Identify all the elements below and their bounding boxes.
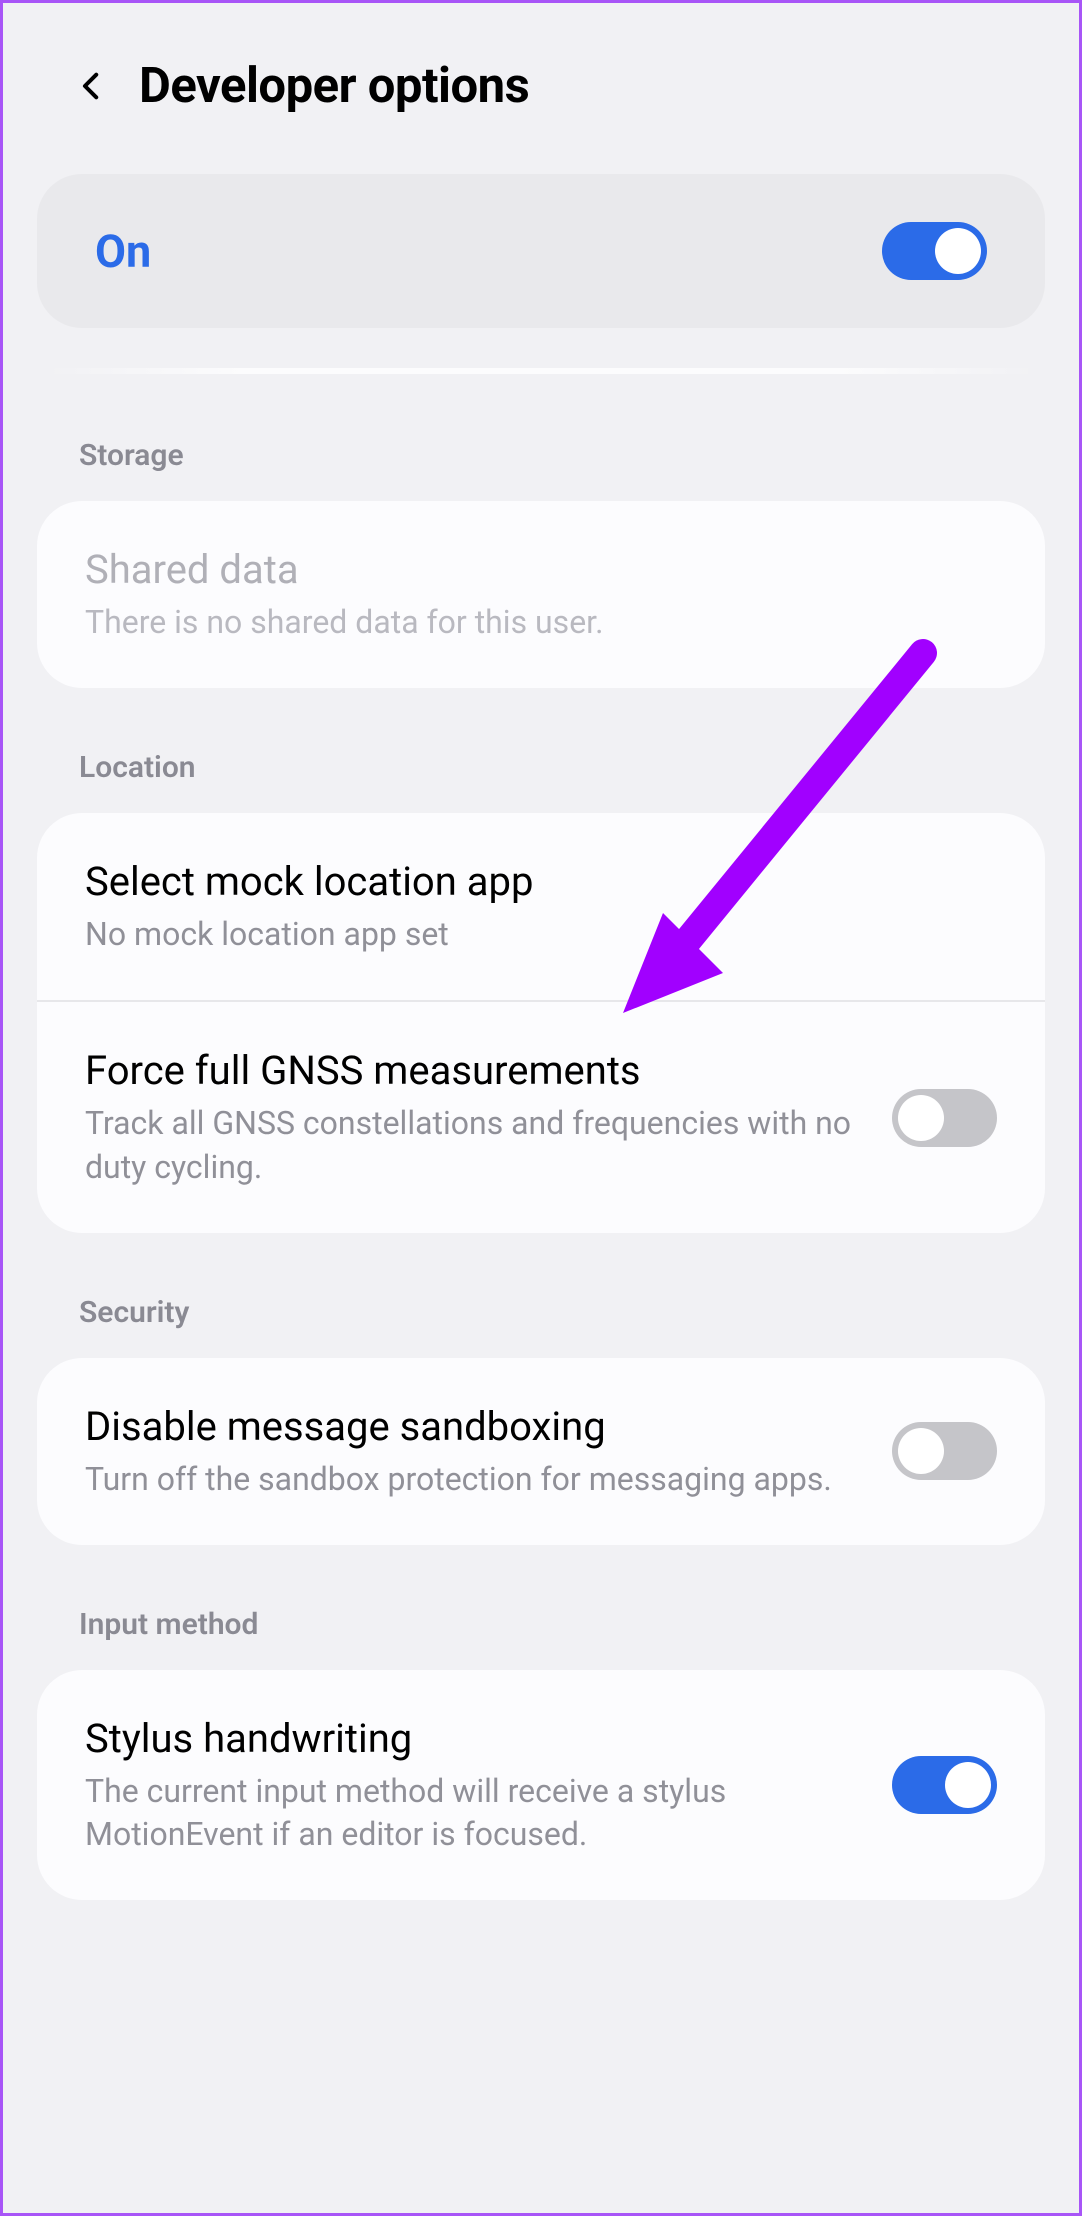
row-subtitle: No mock location app set <box>85 913 997 956</box>
row-disable-sandboxing[interactable]: Disable message sandboxing Turn off the … <box>37 1358 1045 1545</box>
card-input-method: Stylus handwriting The current input met… <box>37 1670 1045 1900</box>
row-shared-data[interactable]: Shared data There is no shared data for … <box>37 501 1045 688</box>
back-icon[interactable] <box>75 69 109 103</box>
row-subtitle: Turn off the sandbox protection for mess… <box>85 1458 864 1501</box>
row-title: Select mock location app <box>85 857 997 907</box>
page-title: Developer options <box>139 57 529 114</box>
row-subtitle: The current input method will receive a … <box>85 1770 864 1856</box>
section-header-storage: Storage <box>7 414 1075 501</box>
row-title: Disable message sandboxing <box>85 1402 864 1452</box>
row-force-gnss[interactable]: Force full GNSS measurements Track all G… <box>37 1000 1045 1232</box>
master-toggle[interactable] <box>882 222 987 280</box>
section-header-input-method: Input method <box>7 1583 1075 1670</box>
toggle-force-gnss[interactable] <box>892 1089 997 1147</box>
section-header-location: Location <box>7 726 1075 813</box>
row-stylus-handwriting[interactable]: Stylus handwriting The current input met… <box>37 1670 1045 1900</box>
row-subtitle: There is no shared data for this user. <box>85 601 997 644</box>
header: Developer options <box>7 7 1075 174</box>
master-toggle-label: On <box>95 225 151 278</box>
card-security: Disable message sandboxing Turn off the … <box>37 1358 1045 1545</box>
divider <box>47 368 1035 374</box>
section-header-security: Security <box>7 1271 1075 1358</box>
card-storage: Shared data There is no shared data for … <box>37 501 1045 688</box>
toggle-stylus-handwriting[interactable] <box>892 1756 997 1814</box>
master-toggle-card[interactable]: On <box>37 174 1045 328</box>
row-subtitle: Track all GNSS constellations and freque… <box>85 1102 864 1188</box>
row-title: Force full GNSS measurements <box>85 1046 864 1096</box>
row-title: Shared data <box>85 545 997 595</box>
toggle-disable-sandboxing[interactable] <box>892 1422 997 1480</box>
card-location: Select mock location app No mock locatio… <box>37 813 1045 1233</box>
row-title: Stylus handwriting <box>85 1714 864 1764</box>
row-select-mock-location[interactable]: Select mock location app No mock locatio… <box>37 813 1045 1000</box>
